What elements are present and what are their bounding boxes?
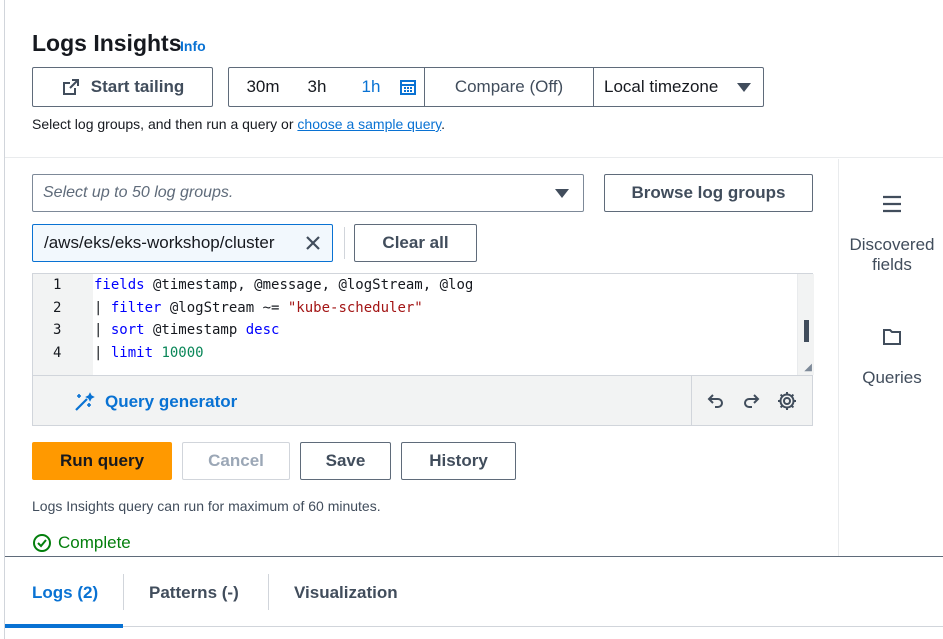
start-tailing-button[interactable]: Start tailing: [32, 67, 213, 107]
external-link-icon: [62, 79, 79, 95]
resize-handle-icon[interactable]: ◢: [804, 362, 812, 373]
side-panel: Discovered fields Queries: [838, 159, 943, 556]
code-text: @timestamp, @message, @logStream, @log: [144, 277, 474, 293]
code-keyword: desc: [245, 322, 280, 338]
clear-all-button[interactable]: Clear all: [354, 224, 477, 262]
history-button[interactable]: History: [401, 442, 516, 480]
line-number: 2: [53, 300, 62, 316]
code-line: fields @timestamp, @message, @logStream,…: [94, 277, 473, 293]
page-header: Logs Insights Info Start tailing 30m 3h …: [5, 0, 943, 158]
discovered-fields-label-2: fields: [872, 255, 912, 274]
query-limit-note: Logs Insights query can run for maximum …: [32, 498, 381, 514]
hint-text-prefix: Select log groups, and then run a query …: [32, 116, 298, 132]
code-line: | limit 10000: [94, 345, 204, 361]
sample-query-link[interactable]: choose a sample query: [297, 116, 441, 132]
caret-down-icon: [737, 82, 751, 92]
code-string: "kube-scheduler": [287, 300, 423, 316]
logs-insights-page: Logs Insights Info Start tailing 30m 3h …: [4, 0, 943, 639]
settings-gear-icon[interactable]: [776, 390, 798, 412]
code-line: | filter @logStream ~= "kube-scheduler": [94, 300, 423, 316]
range-1h-button[interactable]: 1h: [343, 68, 399, 106]
tab-divider: [268, 574, 269, 610]
page-title: Logs Insights: [32, 30, 182, 56]
line-number: 4: [53, 345, 62, 361]
tab-visualization[interactable]: Visualization: [294, 583, 398, 603]
compare-button[interactable]: Compare (Off): [424, 68, 594, 106]
cancel-button: Cancel: [182, 442, 290, 480]
query-panel: Select up to 50 log groups. Browse log g…: [5, 159, 838, 556]
range-3h-button[interactable]: 3h: [291, 68, 343, 106]
status-label: Complete: [58, 533, 131, 552]
timezone-label: Local timezone: [604, 77, 719, 96]
log-group-token-label: /aws/eks/eks-workshop/cluster: [44, 233, 275, 252]
caret-down-icon: [555, 188, 569, 198]
editor-tools: [691, 376, 812, 426]
code-keyword: limit: [110, 345, 154, 361]
log-group-select[interactable]: Select up to 50 log groups.: [32, 174, 584, 212]
code-text: |: [94, 300, 111, 316]
code-text: @timestamp: [144, 322, 246, 338]
queries-label: Queries: [862, 368, 922, 387]
query-generator-button[interactable]: Query generator: [73, 391, 237, 413]
code-text: |: [94, 345, 111, 361]
query-editor: 1 2 3 4 fields @timestamp, @message, @lo…: [32, 273, 814, 426]
range-30m-button[interactable]: 30m: [229, 68, 291, 106]
divider: [344, 227, 345, 259]
tab-logs[interactable]: Logs (2): [32, 583, 98, 603]
line-number: 3: [53, 322, 62, 338]
hint-text: Select log groups, and then run a query …: [32, 116, 445, 132]
editor-scrollbar[interactable]: [797, 274, 814, 375]
menu-icon: [883, 195, 901, 213]
check-circle-icon: [33, 534, 51, 552]
undo-icon[interactable]: [706, 391, 726, 411]
discovered-fields-label-1: Discovered: [849, 235, 935, 254]
editor-footer: Query generator: [33, 375, 812, 426]
code-keyword: fields: [94, 277, 145, 293]
code-line: | sort @timestamp desc: [94, 322, 279, 338]
log-group-token: /aws/eks/eks-workshop/cluster: [32, 224, 333, 262]
magic-wand-icon: [75, 392, 95, 411]
query-generator-label: Query generator: [105, 392, 238, 411]
code-keyword: filter: [110, 300, 162, 316]
results-tabs: Logs (2) Patterns (-) Visualization: [5, 556, 943, 639]
code-text: |: [94, 322, 111, 338]
tab-patterns[interactable]: Patterns (-): [149, 583, 239, 603]
queries-button[interactable]: Queries: [839, 324, 943, 394]
calendar-icon[interactable]: [399, 68, 424, 106]
timezone-select[interactable]: Local timezone: [594, 68, 763, 106]
code-keyword: sort: [110, 322, 145, 338]
code-area[interactable]: 1 2 3 4 fields @timestamp, @message, @lo…: [33, 274, 814, 375]
browse-log-groups-button[interactable]: Browse log groups: [604, 174, 813, 212]
run-query-button[interactable]: Run query: [32, 442, 172, 480]
tab-divider: [123, 574, 124, 610]
time-range-selector: 30m 3h 1h Compare (Off) Local timezone: [228, 67, 764, 107]
hint-text-suffix: .: [441, 116, 446, 132]
line-gutter: 1 2 3 4: [33, 274, 93, 375]
scrollbar-thumb[interactable]: [804, 320, 809, 342]
folder-icon: [883, 329, 901, 345]
line-number: 1: [53, 277, 62, 293]
code-number: 10000: [153, 345, 204, 361]
active-tab-indicator: [5, 624, 123, 628]
code-text: @logStream ~=: [161, 300, 288, 316]
log-group-placeholder: Select up to 50 log groups.: [43, 184, 234, 201]
query-status: Complete: [32, 533, 131, 553]
info-link[interactable]: Info: [180, 38, 206, 54]
start-tailing-label: Start tailing: [90, 77, 185, 96]
save-button[interactable]: Save: [300, 442, 391, 480]
close-icon[interactable]: [304, 234, 322, 252]
discovered-fields-button[interactable]: Discovered fields: [839, 189, 943, 279]
tab-baseline: [5, 626, 943, 627]
redo-icon[interactable]: [741, 391, 761, 411]
